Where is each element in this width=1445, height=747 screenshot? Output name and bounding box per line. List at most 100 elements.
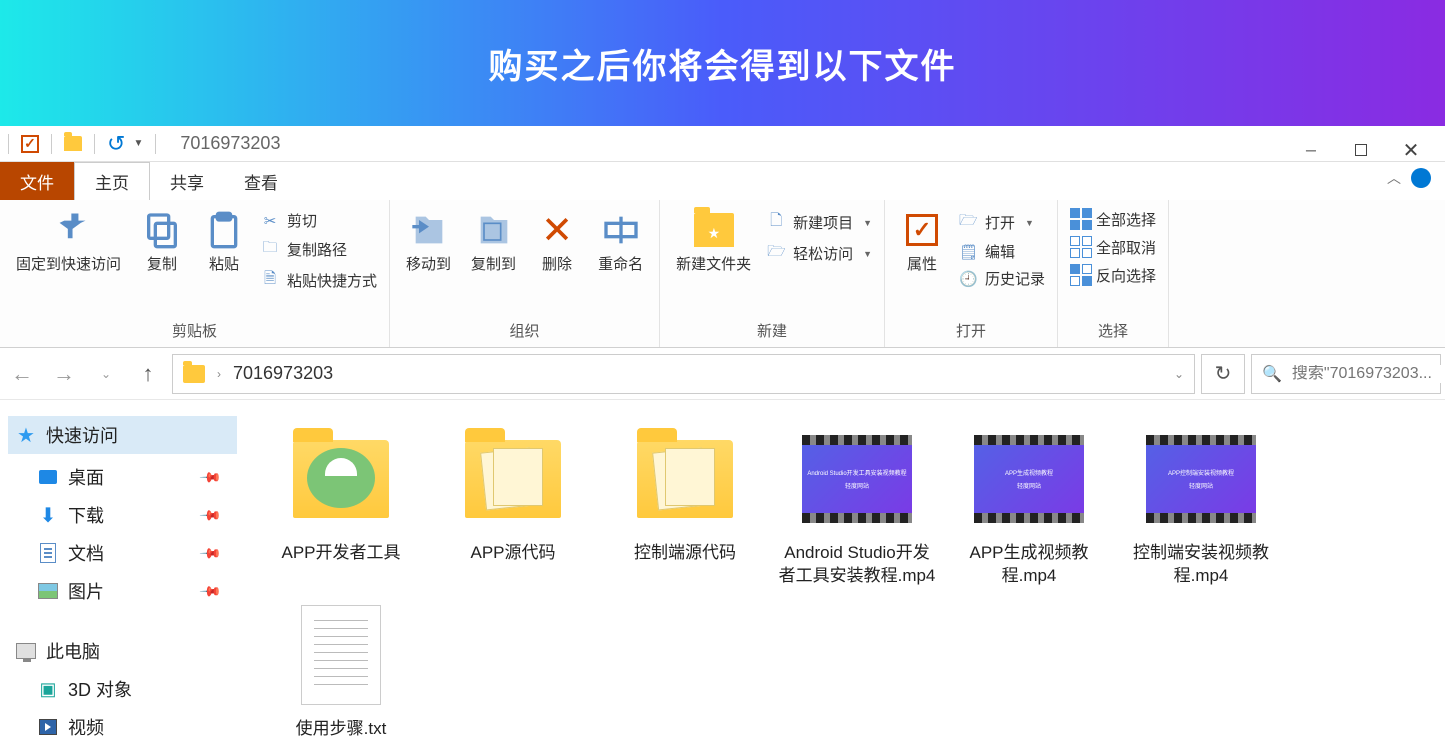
path-icon: 🗀 [261, 237, 279, 262]
pin-icon: 📌 [198, 579, 222, 603]
pin-to-quick-access-button[interactable]: 固定到快速访问 [8, 206, 129, 278]
picture-icon [38, 581, 58, 601]
label: 复制到 [471, 256, 516, 274]
sidebar-3d-objects[interactable]: ▣ 3D 对象 [8, 670, 237, 708]
shortcut-icon: 🗎 [261, 268, 279, 293]
file-item[interactable]: APP源代码 [427, 418, 599, 594]
back-button[interactable]: ← [4, 356, 40, 392]
file-item[interactable]: 使用步骤.txt [255, 594, 427, 747]
quick-access-toolbar: ✓ ↺ ▼ 7016973203 [0, 126, 1445, 162]
search-icon: 🔍 [1262, 364, 1282, 384]
tab-home[interactable]: 主页 [74, 162, 150, 200]
sidebar-desktop[interactable]: 桌面 📌 [8, 458, 237, 496]
copy-button[interactable]: 复制 [133, 206, 191, 278]
label: 属性 [907, 256, 937, 274]
label: 删除 [542, 256, 572, 274]
invert-selection-button[interactable]: 反向选择 [1070, 264, 1156, 286]
history-icon: 🕘 [959, 270, 977, 288]
ribbon-group-clipboard: 固定到快速访问 复制 粘贴 ✂剪切 🗀复制路径 🗎粘贴快捷方式 剪贴板 [0, 200, 390, 347]
copy-to-button[interactable]: 复制到 [463, 206, 524, 278]
desktop-icon [38, 467, 58, 487]
rename-button[interactable]: 重命名 [590, 206, 651, 278]
refresh-button[interactable]: ↻ [1201, 354, 1245, 394]
cut-button[interactable]: ✂剪切 [261, 210, 377, 231]
label: 反向选择 [1096, 265, 1156, 286]
paste-shortcut-button[interactable]: 🗎粘贴快捷方式 [261, 268, 377, 293]
checkmark-icon: ✓ [902, 210, 942, 250]
pin-icon [49, 210, 89, 250]
sidebar-documents[interactable]: 文档 📌 [8, 534, 237, 572]
edit-button[interactable]: 🗒编辑 [959, 241, 1045, 262]
file-item[interactable]: Android Studio开发工具安装视频教程轻度网站 Android Stu… [771, 418, 943, 594]
tab-view[interactable]: 查看 [224, 162, 298, 200]
window-title: 7016973203 [180, 133, 280, 154]
paste-button[interactable]: 粘贴 [195, 206, 253, 278]
chevron-down-icon[interactable]: ⌄ [1174, 367, 1184, 381]
file-name: APP源代码 [470, 542, 555, 565]
file-item[interactable]: 控制端源代码 [599, 418, 771, 594]
label: 下载 [68, 502, 104, 528]
tab-file[interactable]: 文件 [0, 162, 74, 200]
video-icon: Android Studio开发工具安装视频教程轻度网站 [802, 424, 912, 534]
collapse-ribbon-icon[interactable]: ︿ [1387, 168, 1401, 188]
help-icon[interactable] [1411, 168, 1431, 188]
search-input[interactable] [1292, 365, 1445, 383]
new-folder-button[interactable]: 新建文件夹 [668, 206, 759, 278]
copy-path-button[interactable]: 🗀复制路径 [261, 237, 377, 262]
file-list: APP开发者工具 APP源代码 控制端源代码 Android Studio开发工… [245, 400, 1445, 744]
navigation-bar: ← → ⌄ ↑ › 7016973203 ⌄ ↻ 🔍 [0, 348, 1445, 400]
navigation-pane: ★ 快速访问 桌面 📌 ⬇ 下载 📌 文档 📌 图片 📌 此电脑 [0, 400, 245, 744]
label: 快速访问 [46, 422, 118, 448]
sidebar-this-pc[interactable]: 此电脑 [8, 632, 237, 670]
dropdown-arrow-icon: ▼ [863, 218, 872, 228]
select-all-icon [1070, 208, 1088, 230]
banner-title: 购买之后你将会得到以下文件 [489, 39, 957, 88]
forward-button[interactable]: → [46, 356, 82, 392]
close-button[interactable]: ✕ [1399, 138, 1423, 162]
delete-icon: ✕ [537, 210, 577, 250]
properties-button[interactable]: ✓ 属性 [893, 206, 951, 278]
easy-access-button[interactable]: 🗁轻松访问▼ [767, 241, 872, 266]
history-button[interactable]: 🕘历史记录 [959, 268, 1045, 289]
label: 图片 [68, 578, 104, 604]
new-item-icon: 🗋 [767, 210, 785, 235]
maximize-button[interactable] [1349, 138, 1373, 162]
label: 全部选择 [1096, 209, 1156, 230]
dropdown-arrow-icon[interactable]: ▼ [133, 138, 143, 149]
address-path: 7016973203 [233, 363, 333, 384]
move-icon [409, 210, 449, 250]
promo-banner: 购买之后你将会得到以下文件 [0, 0, 1445, 126]
properties-icon[interactable]: ✓ [21, 135, 39, 153]
label: 编辑 [985, 241, 1015, 262]
undo-icon[interactable]: ↺ [107, 131, 125, 157]
open-icon: 🗁 [959, 210, 977, 235]
file-item[interactable]: APP生成视频教程轻度网站 APP生成视频教程.mp4 [943, 418, 1115, 594]
up-button[interactable]: ↑ [130, 356, 166, 392]
group-label: 选择 [1066, 316, 1160, 345]
ribbon-group-organize: 移动到 复制到 ✕ 删除 重命名 组织 [390, 200, 660, 347]
file-item[interactable]: APP控制端安装视频教程轻度网站 控制端安装视频教程.mp4 [1115, 418, 1287, 594]
tab-share[interactable]: 共享 [150, 162, 224, 200]
file-item[interactable]: APP开发者工具 [255, 418, 427, 594]
sidebar-downloads[interactable]: ⬇ 下载 📌 [8, 496, 237, 534]
file-name: Android Studio开发者工具安装教程.mp4 [777, 542, 937, 588]
sidebar-pictures[interactable]: 图片 📌 [8, 572, 237, 610]
move-to-button[interactable]: 移动到 [398, 206, 459, 278]
pin-icon: 📌 [198, 541, 222, 565]
open-button[interactable]: 🗁打开▼ [959, 210, 1045, 235]
ribbon-group-new: 新建文件夹 🗋新建项目▼ 🗁轻松访问▼ 新建 [660, 200, 885, 347]
file-name: APP开发者工具 [281, 542, 400, 565]
search-box[interactable]: 🔍 [1251, 354, 1441, 394]
sidebar-quick-access[interactable]: ★ 快速访问 [8, 416, 237, 454]
select-all-button[interactable]: 全部选择 [1070, 208, 1156, 230]
minimize-button[interactable]: ─ [1299, 138, 1323, 162]
sidebar-video[interactable]: 视频 [8, 708, 237, 744]
new-item-button[interactable]: 🗋新建项目▼ [767, 210, 872, 235]
recent-dropdown[interactable]: ⌄ [88, 356, 124, 392]
deselect-all-button[interactable]: 全部取消 [1070, 236, 1156, 258]
label: 轻松访问 [793, 243, 853, 264]
folder-icon[interactable] [64, 136, 82, 151]
label: 视频 [68, 714, 104, 740]
address-bar[interactable]: › 7016973203 ⌄ [172, 354, 1195, 394]
delete-button[interactable]: ✕ 删除 [528, 206, 586, 278]
